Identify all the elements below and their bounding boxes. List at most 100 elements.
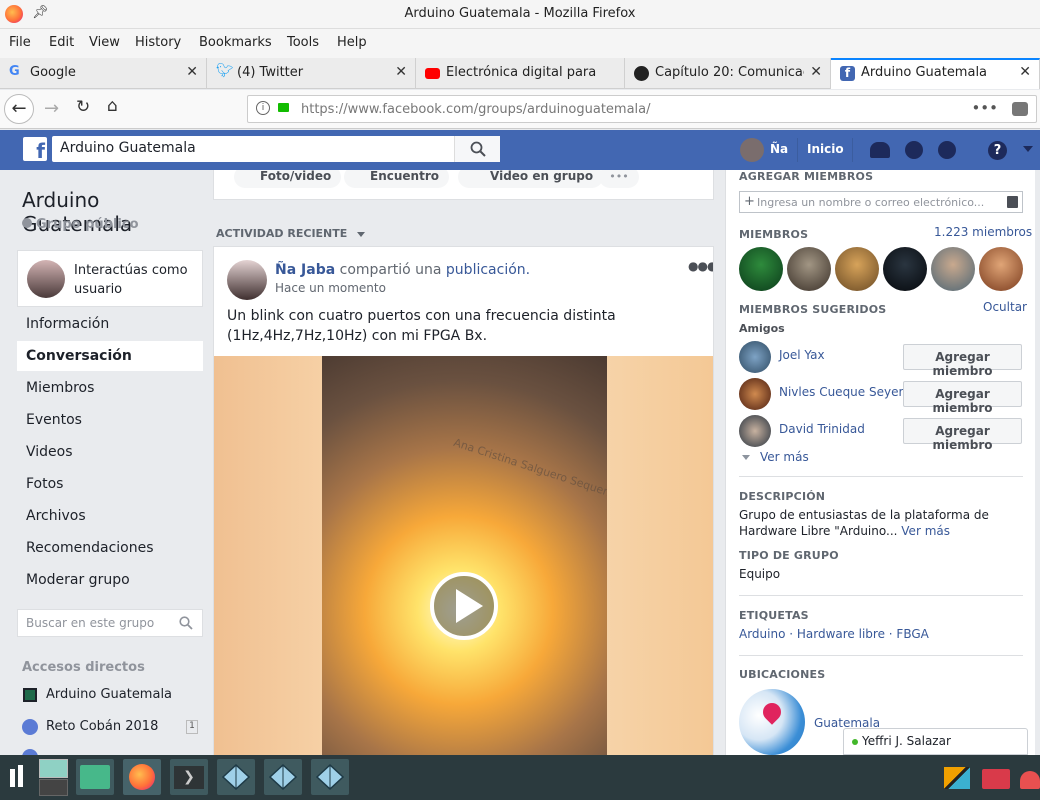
reload-button[interactable]: ↻	[76, 97, 90, 117]
post-video[interactable]: Ana Cristina Salguero Sequen	[214, 356, 713, 755]
home-button[interactable]: ⌂	[107, 96, 118, 116]
menu-file[interactable]: File	[9, 35, 31, 50]
chat-tab[interactable]: Yeffri J. Salazar	[843, 728, 1028, 755]
messenger-icon[interactable]	[905, 141, 923, 159]
window-button-icon[interactable]	[217, 759, 255, 795]
nav-conversacion[interactable]: Conversación	[17, 341, 203, 371]
pocket-icon[interactable]	[1012, 102, 1028, 116]
post-author-link[interactable]: Ña Jaba	[275, 262, 335, 278]
nav-miembros[interactable]: Miembros	[17, 373, 203, 403]
play-button-icon[interactable]	[430, 572, 498, 640]
member-avatar[interactable]	[979, 247, 1023, 291]
notifications-globe-icon[interactable]	[938, 141, 956, 159]
suggested-avatar[interactable]	[739, 378, 771, 410]
account-menu-arrow-icon[interactable]	[1023, 146, 1033, 152]
search-icon[interactable]	[179, 616, 193, 630]
composer-event[interactable]: Encuentro	[344, 170, 449, 188]
close-tab-icon[interactable]: ✕	[810, 64, 822, 80]
tab-google[interactable]: G Google ✕	[0, 58, 207, 89]
composer-more-icon[interactable]: •••	[599, 170, 639, 188]
tray-trash-icon[interactable]	[978, 759, 1014, 795]
member-avatar[interactable]	[883, 247, 927, 291]
window-button-icon[interactable]	[311, 759, 349, 795]
friend-requests-icon[interactable]	[870, 142, 890, 158]
close-tab-icon[interactable]: ✕	[186, 64, 198, 80]
suggested-name[interactable]: David Trinidad	[779, 422, 865, 436]
url-text[interactable]: https://www.facebook.com/groups/arduinog…	[301, 102, 651, 117]
firefox-taskbar-icon[interactable]	[123, 759, 161, 795]
post-object-link[interactable]: publicación.	[446, 262, 530, 278]
nav-moderar-grupo[interactable]: Moderar grupo	[17, 565, 203, 595]
members-count-link[interactable]: 1.223 miembros	[934, 225, 1032, 239]
suggested-name[interactable]: Joel Yax	[779, 348, 825, 362]
group-search-input[interactable]: Buscar en este grupo	[26, 616, 154, 630]
forward-button[interactable]: →	[44, 98, 59, 119]
add-member-button[interactable]: Agregar miembro	[903, 344, 1022, 378]
nav-informacion[interactable]: Información	[17, 309, 203, 339]
page-actions-icon[interactable]: •••	[971, 99, 998, 117]
tags-list[interactable]: Arduino · Hardware libre · FBGA	[739, 627, 929, 641]
tab-twitter[interactable]: 🐦︎ (4) Twitter ✕	[207, 58, 416, 89]
menu-bookmarks[interactable]: Bookmarks	[199, 35, 272, 50]
composer-photo-video[interactable]: Foto/video	[234, 170, 342, 188]
post-text-line2: (1Hz,4Hz,7Hz,10Hz) con mi FPGA Bx.	[227, 328, 488, 344]
activity-sort-dropdown[interactable]: ACTIVIDAD RECIENTE	[216, 227, 366, 240]
member-avatar[interactable]	[739, 247, 783, 291]
url-bar[interactable]: i https://www.facebook.com/groups/arduin…	[247, 95, 1037, 123]
close-tab-icon[interactable]: ✕	[395, 64, 407, 80]
member-avatar[interactable]	[787, 247, 831, 291]
nav-recomendaciones[interactable]: Recomendaciones	[17, 533, 203, 563]
profile-name[interactable]: Ña	[770, 142, 788, 156]
search-input[interactable]: Arduino Guatemala	[60, 140, 196, 156]
search-button[interactable]	[454, 136, 500, 162]
location-map[interactable]	[739, 689, 805, 755]
menu-history[interactable]: History	[135, 35, 181, 50]
suggested-avatar[interactable]	[739, 415, 771, 447]
composer-group-video[interactable]: Video en grupo	[458, 170, 604, 188]
menu-edit[interactable]: Edit	[49, 35, 74, 50]
window-button-icon[interactable]	[264, 759, 302, 795]
info-icon[interactable]: i	[256, 101, 270, 115]
add-members-input[interactable]: + Ingresa un nombre o correo electrónico…	[739, 191, 1023, 213]
add-member-button[interactable]: Agregar miembro	[903, 418, 1022, 452]
file-manager-icon[interactable]	[76, 759, 114, 795]
member-avatar[interactable]	[835, 247, 879, 291]
shortcut-item[interactable]: Arduino Guatemala	[22, 687, 202, 707]
menu-tools[interactable]: Tools	[287, 35, 319, 50]
suggested-avatar[interactable]	[739, 341, 771, 373]
shortcut-item[interactable]: Reto Cobán 2018 1	[22, 719, 202, 739]
nav-eventos[interactable]: Eventos	[17, 405, 203, 435]
hide-link[interactable]: Ocultar	[983, 300, 1027, 314]
tab-arduino-guatemala[interactable]: f Arduino Guatemala ✕	[831, 58, 1040, 89]
tab-github[interactable]: Capítulo 20: Comunicaci ✕	[625, 58, 831, 89]
workspace-switcher-icon[interactable]	[37, 759, 69, 796]
post-timestamp[interactable]: Hace un momento	[275, 281, 386, 295]
terminal-icon[interactable]: ❯	[170, 759, 208, 795]
suggested-name[interactable]: Nivles Cueque Seyer	[779, 385, 903, 399]
profile-avatar[interactable]	[740, 138, 764, 162]
help-icon[interactable]: ?	[988, 141, 1007, 160]
group-search-box[interactable]: Buscar en este grupo	[17, 609, 203, 637]
contacts-icon[interactable]	[1007, 196, 1018, 208]
close-tab-icon[interactable]: ✕	[1019, 64, 1031, 80]
menu-view[interactable]: View	[89, 35, 120, 50]
menu-help[interactable]: Help	[337, 35, 367, 50]
interact-as-box[interactable]: Interactúas como usuario	[17, 250, 203, 307]
post-options-icon[interactable]: ●●●	[688, 259, 713, 273]
tab-youtube[interactable]: Electrónica digital para n ✕	[416, 58, 625, 89]
member-avatar[interactable]	[931, 247, 975, 291]
add-member-button[interactable]: Agregar miembro	[903, 381, 1022, 415]
home-link[interactable]: Inicio	[807, 142, 844, 156]
nav-fotos[interactable]: Fotos	[17, 469, 203, 499]
start-menu-icon[interactable]	[4, 759, 32, 795]
see-more-link[interactable]: Ver más	[742, 450, 809, 464]
tray-ghost-icon[interactable]	[1018, 759, 1040, 795]
post-author-avatar[interactable]	[227, 260, 267, 300]
facebook-logo-icon[interactable]: f	[23, 137, 47, 163]
tray-app-icon[interactable]	[941, 759, 973, 795]
facebook-search[interactable]: Arduino Guatemala	[52, 136, 500, 162]
nav-archivos[interactable]: Archivos	[17, 501, 203, 531]
back-button[interactable]: ←	[4, 94, 34, 124]
nav-videos[interactable]: Videos	[17, 437, 203, 467]
description-see-more[interactable]: Ver más	[901, 524, 950, 538]
